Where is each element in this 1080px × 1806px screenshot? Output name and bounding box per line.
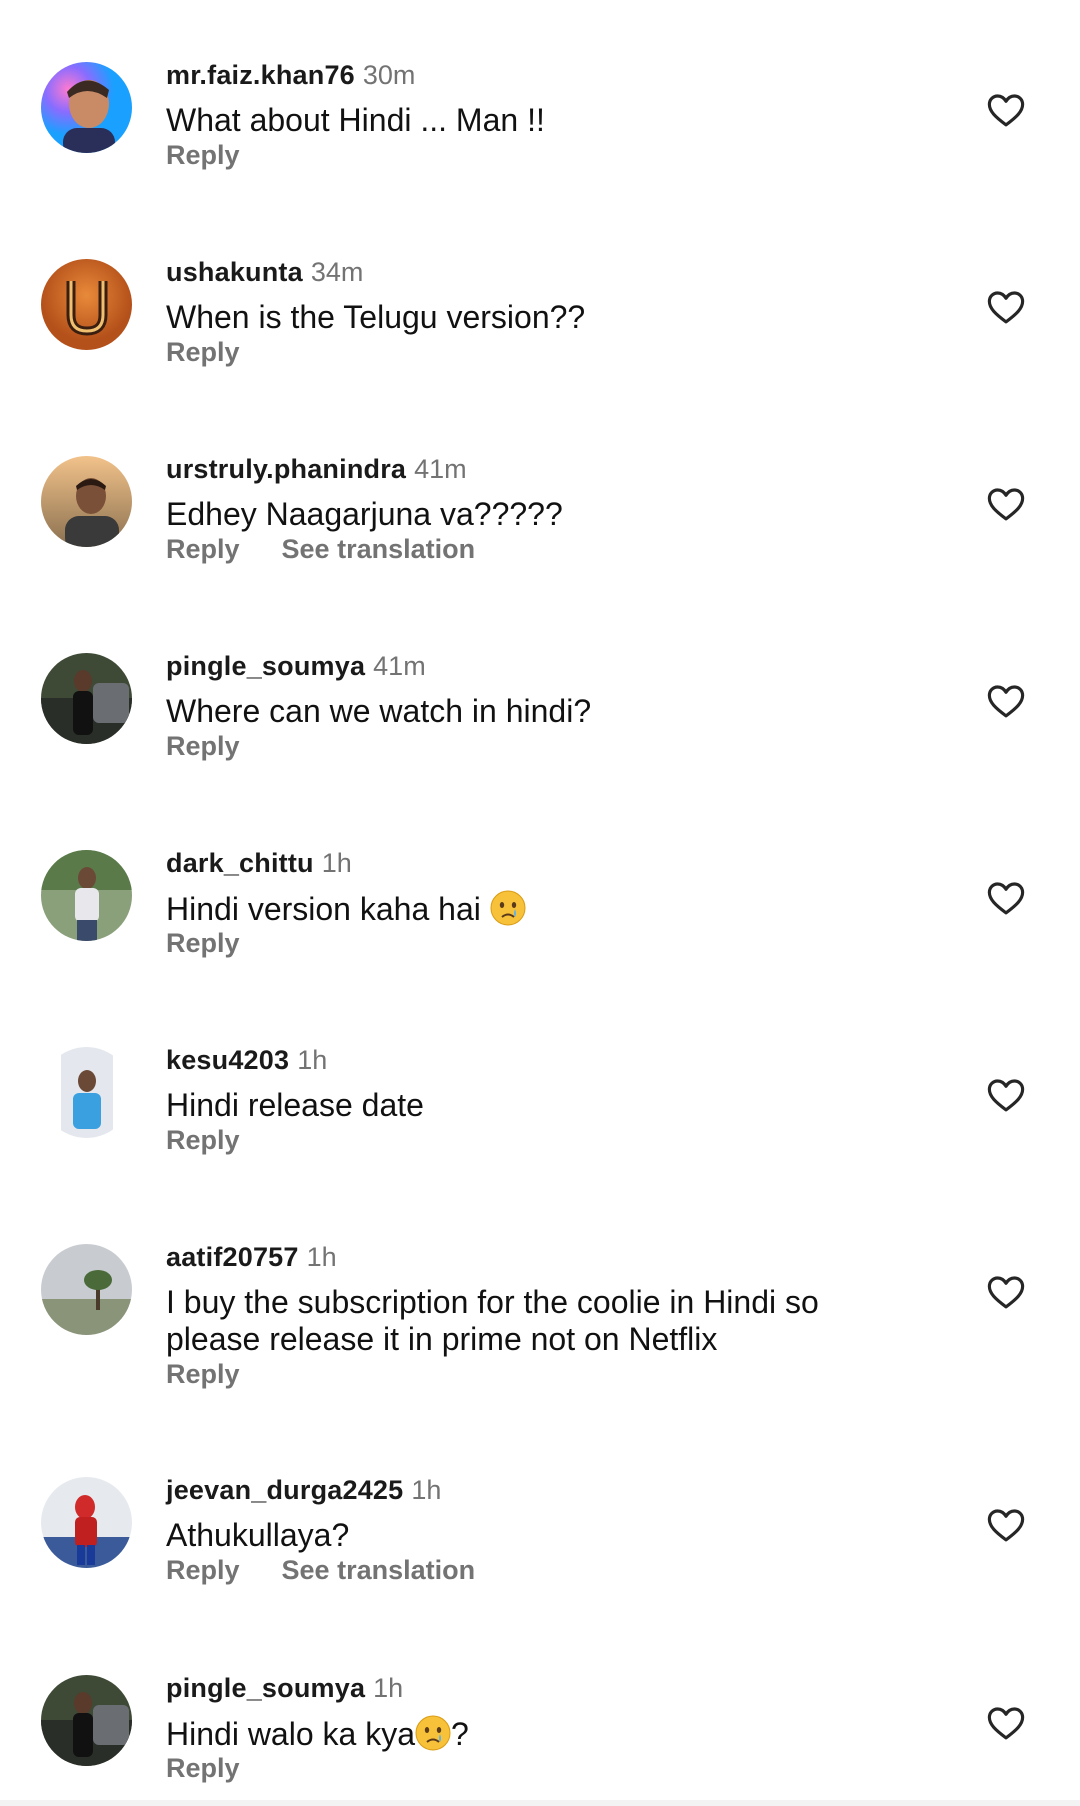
timestamp: 34m — [310, 257, 364, 287]
comment-text: Athukullaya? — [166, 1517, 350, 1553]
avatar[interactable] — [41, 1244, 132, 1335]
username[interactable]: ushakunta — [166, 257, 303, 287]
avatar-photo-icon — [41, 1244, 132, 1335]
avatar-photo-icon — [41, 1047, 132, 1138]
reply-button[interactable]: Reply — [166, 140, 240, 170]
username[interactable]: dark_chittu — [166, 848, 314, 878]
avatar[interactable] — [41, 1477, 132, 1568]
avatar[interactable] — [41, 259, 132, 350]
reply-button[interactable]: Reply — [166, 1555, 240, 1585]
timestamp: 1h — [306, 1242, 337, 1272]
heart-icon[interactable] — [985, 680, 1027, 722]
comment-meta: urstruly.phanindra 41m — [166, 452, 467, 486]
username[interactable]: aatif20757 — [166, 1242, 299, 1272]
heart-icon[interactable] — [985, 877, 1027, 919]
comment-text: Edhey Naagarjuna va????? — [166, 496, 563, 532]
comment-actions: Reply See translation — [166, 532, 475, 566]
letter-u-avatar-icon — [41, 259, 132, 350]
heart-icon[interactable] — [985, 1504, 1027, 1546]
reply-button[interactable]: Reply — [166, 1359, 240, 1389]
username[interactable]: mr.faiz.khan76 — [166, 60, 355, 90]
heart-icon[interactable] — [985, 1702, 1027, 1744]
comment-meta: kesu4203 1h — [166, 1043, 327, 1077]
comment-actions: Reply — [166, 335, 240, 369]
bottom-divider — [0, 1800, 1080, 1806]
comment-actions: Reply — [166, 1751, 240, 1785]
comment-actions: Reply — [166, 1123, 240, 1157]
comment-actions: Reply — [166, 1357, 240, 1391]
avatar-photo-icon — [41, 850, 132, 941]
heart-icon[interactable] — [985, 1074, 1027, 1116]
comment-meta: dark_chittu 1h — [166, 846, 352, 880]
timestamp: 41m — [414, 454, 467, 484]
comment-actions: Reply — [166, 138, 240, 172]
heart-icon[interactable] — [985, 89, 1027, 131]
timestamp: 1h — [321, 848, 352, 878]
username[interactable]: pingle_soumya — [166, 1673, 365, 1703]
comment-text-content: Hindi walo ka kya — [166, 1716, 415, 1752]
comment-meta: ushakunta 34m — [166, 255, 363, 289]
reply-button[interactable]: Reply — [166, 1125, 240, 1155]
comment-actions: Reply — [166, 729, 240, 763]
comment-meta: jeevan_durga2425 1h — [166, 1473, 441, 1507]
comment-meta: pingle_soumya 1h — [166, 1671, 403, 1705]
timestamp: 1h — [373, 1673, 404, 1703]
username[interactable]: pingle_soumya — [166, 651, 365, 681]
comment-meta: pingle_soumya 41m — [166, 649, 426, 683]
crying-face-emoji-icon — [415, 1715, 451, 1751]
avatar-photo-icon — [41, 1675, 132, 1766]
avatar[interactable] — [41, 850, 132, 941]
avatar-photo-icon — [41, 456, 132, 547]
reply-button[interactable]: Reply — [166, 731, 240, 761]
see-translation-button[interactable]: See translation — [282, 534, 476, 564]
heart-icon[interactable] — [985, 286, 1027, 328]
avatar-photo-icon — [41, 62, 132, 153]
username[interactable]: urstruly.phanindra — [166, 454, 406, 484]
avatar[interactable] — [41, 62, 132, 153]
avatar[interactable] — [41, 1047, 132, 1138]
avatar[interactable] — [41, 1675, 132, 1766]
comment-text: Hindi version kaha hai — [166, 890, 866, 928]
reply-button[interactable]: Reply — [166, 337, 240, 367]
avatar-photo-icon — [41, 653, 132, 744]
comment-text: When is the Telugu version?? — [166, 299, 586, 335]
comment-text-suffix: ? — [451, 1716, 469, 1752]
timestamp: 41m — [373, 651, 426, 681]
comment-text: Where can we watch in hindi? — [166, 693, 592, 729]
comment-text-content: Hindi version kaha hai — [166, 891, 490, 927]
comment-meta: mr.faiz.khan76 30m — [166, 58, 415, 92]
comment-actions: Reply — [166, 926, 240, 960]
comment-text: Hindi release date — [166, 1087, 424, 1123]
comment-text: What about Hindi ... Man !! — [166, 102, 545, 138]
comment-meta: aatif20757 1h — [166, 1240, 337, 1274]
comment-text: Hindi walo ka kya? — [166, 1715, 866, 1753]
avatar-photo-icon — [41, 1477, 132, 1568]
comment-text: I buy the subscription for the coolie in… — [166, 1284, 819, 1357]
timestamp: 1h — [411, 1475, 442, 1505]
see-translation-button[interactable]: See translation — [282, 1555, 476, 1585]
timestamp: 30m — [362, 60, 416, 90]
timestamp: 1h — [297, 1045, 328, 1075]
crying-face-emoji-icon — [490, 890, 526, 926]
reply-button[interactable]: Reply — [166, 534, 240, 564]
reply-button[interactable]: Reply — [166, 928, 240, 958]
heart-icon[interactable] — [985, 483, 1027, 525]
avatar[interactable] — [41, 653, 132, 744]
avatar[interactable] — [41, 456, 132, 547]
username[interactable]: jeevan_durga2425 — [166, 1475, 403, 1505]
heart-icon[interactable] — [985, 1271, 1027, 1313]
username[interactable]: kesu4203 — [166, 1045, 289, 1075]
reply-button[interactable]: Reply — [166, 1753, 240, 1783]
comment-actions: Reply See translation — [166, 1553, 475, 1587]
